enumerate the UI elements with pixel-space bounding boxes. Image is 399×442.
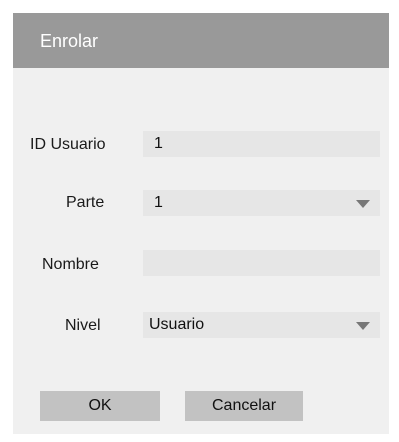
enrolar-dialog: Enrolar ID Usuario 1 Parte 1 Nombre Nive… bbox=[13, 13, 389, 434]
nivel-value: Usuario bbox=[149, 316, 205, 333]
chevron-down-icon[interactable] bbox=[356, 200, 370, 208]
ok-button[interactable]: OK bbox=[40, 391, 160, 421]
id-usuario-value: 1 bbox=[154, 135, 163, 152]
nombre-field[interactable] bbox=[143, 250, 380, 276]
nombre-label: Nombre bbox=[42, 256, 99, 273]
cancel-button[interactable]: Cancelar bbox=[185, 391, 303, 421]
id-usuario-field[interactable]: 1 bbox=[143, 131, 380, 157]
parte-value: 1 bbox=[154, 194, 163, 211]
dialog-titlebar: Enrolar bbox=[13, 13, 389, 68]
parte-label: Parte bbox=[66, 194, 105, 211]
chevron-down-icon[interactable] bbox=[356, 322, 370, 330]
nivel-label: Nivel bbox=[65, 317, 101, 334]
dialog-title: Enrolar bbox=[40, 31, 99, 51]
parte-dropdown[interactable]: 1 bbox=[143, 190, 380, 216]
id-usuario-label: ID Usuario bbox=[30, 136, 106, 153]
nivel-dropdown[interactable]: Usuario bbox=[143, 312, 380, 338]
